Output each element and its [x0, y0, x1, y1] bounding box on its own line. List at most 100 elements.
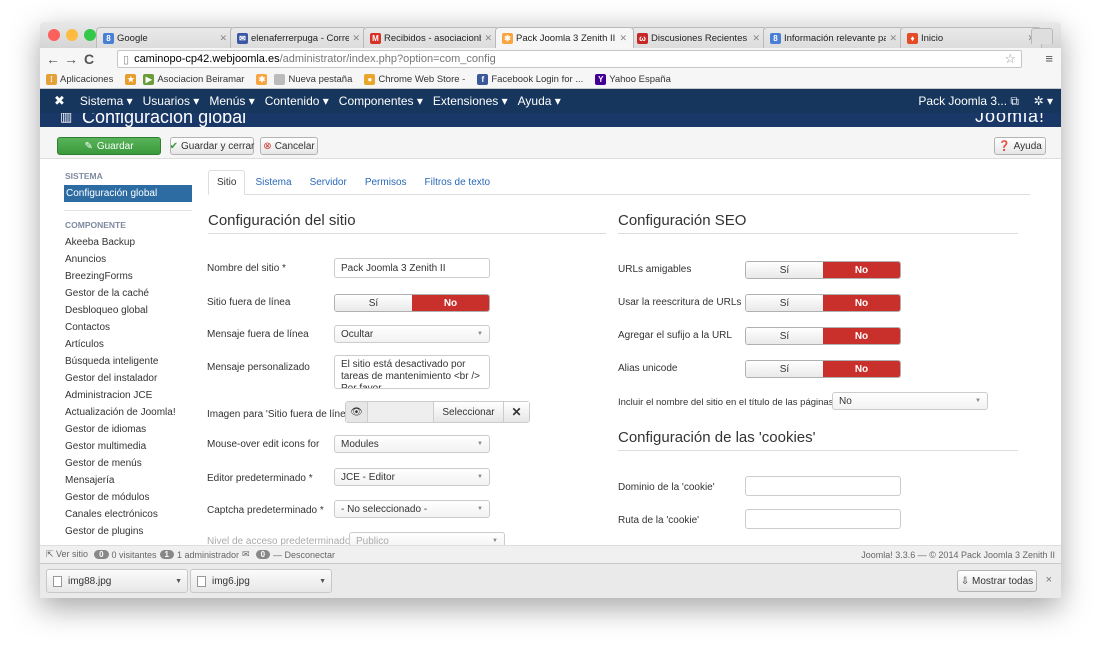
sidebar-item[interactable]: Canales electrónicos: [64, 506, 192, 523]
reload-icon[interactable]: C: [80, 51, 98, 67]
offline-toggle[interactable]: Sí No: [334, 294, 490, 312]
menu-icon[interactable]: ≡: [1045, 51, 1053, 66]
sidebar-item[interactable]: Gestor de menús: [64, 455, 192, 472]
sidebar-item[interactable]: Gestor de idiomas: [64, 421, 192, 438]
mouseover-select[interactable]: Modules ▼: [334, 435, 490, 453]
toggle-yes-option[interactable]: Sí: [746, 361, 823, 377]
star-bookmark-icon[interactable]: ☆: [1004, 51, 1016, 67]
menu-contenido[interactable]: Contenido ▾: [265, 94, 329, 108]
toggle-no-option[interactable]: No: [823, 295, 900, 311]
sidebar-item[interactable]: BreezingForms: [64, 268, 192, 285]
logout-link[interactable]: — Desconectar: [273, 550, 335, 560]
sidebar-item[interactable]: Actualización de Joomla!: [64, 404, 192, 421]
menu-extensiones[interactable]: Extensiones ▾: [433, 94, 508, 108]
maximize-window-icon[interactable]: [84, 29, 96, 41]
close-tab-icon[interactable]: ✕: [352, 33, 360, 44]
bookmark-item[interactable]: ✱: [256, 73, 270, 85]
download-item[interactable]: img6.jpg ▼: [190, 569, 332, 593]
sidebar-item[interactable]: Anuncios: [64, 251, 192, 268]
toggle-no-option[interactable]: No: [823, 262, 900, 278]
close-tab-icon[interactable]: ✕: [484, 33, 492, 44]
cookie-domain-input[interactable]: [745, 476, 901, 496]
unicode-alias-toggle[interactable]: Sí No: [745, 360, 901, 378]
show-all-downloads-button[interactable]: ⇩ Mostrar todas: [957, 570, 1037, 592]
help-button[interactable]: ❓ Ayuda: [994, 137, 1046, 155]
sidebar-item[interactable]: Gestor del instalador: [64, 370, 192, 387]
save-close-button[interactable]: ✔ Guardar y cerrar: [170, 137, 254, 155]
bookmark-item[interactable]: ⁞ Aplicaciones: [46, 73, 113, 85]
sidebar-item[interactable]: Desbloqueo global: [64, 302, 192, 319]
sidebar-item[interactable]: Contactos: [64, 319, 192, 336]
sidebar-item[interactable]: Gestor de plugins: [64, 523, 192, 540]
tab-permisos[interactable]: Permisos: [357, 171, 415, 194]
sidebar-item[interactable]: Akeeba Backup: [64, 234, 192, 251]
close-tab-icon[interactable]: ✕: [619, 33, 627, 44]
new-tab-button[interactable]: [1031, 28, 1053, 44]
clear-image-icon[interactable]: ✕: [503, 402, 529, 422]
close-tab-icon[interactable]: ✕: [752, 33, 760, 44]
close-tab-icon[interactable]: ✕: [889, 33, 897, 44]
sidebar-item[interactable]: Administracion JCE: [64, 387, 192, 404]
address-bar[interactable]: ▯ caminopo-cp42.webjoomla.es/administrat…: [117, 50, 1022, 68]
menu-sistema[interactable]: Sistema ▾: [80, 94, 133, 108]
close-downloads-icon[interactable]: ×: [1046, 574, 1052, 586]
tab-servidor[interactable]: Servidor: [302, 171, 355, 194]
site-name-input[interactable]: Pack Joomla 3 Zenith II: [334, 258, 490, 278]
chevron-down-icon[interactable]: ▼: [175, 578, 182, 585]
custom-message-textarea[interactable]: El sitio está desactivado por tareas de …: [334, 355, 490, 389]
site-link[interactable]: Pack Joomla 3... ⧉: [918, 94, 1019, 109]
bookmark-item[interactable]: Nueva pestaña: [274, 73, 352, 85]
bookmark-item[interactable]: Y Yahoo España: [595, 73, 671, 85]
offline-message-select[interactable]: Ocultar ▼: [334, 325, 490, 343]
offline-image-input[interactable]: [368, 402, 433, 422]
cookie-path-input[interactable]: [745, 509, 901, 529]
toggle-yes-option[interactable]: Sí: [746, 295, 823, 311]
bookmark-item[interactable]: ▶ Asociacion Beiramar: [143, 73, 244, 85]
toggle-yes-option[interactable]: Sí: [746, 328, 823, 344]
offline-no-option[interactable]: No: [412, 295, 489, 311]
tab-sistema[interactable]: Sistema: [247, 171, 299, 194]
download-item[interactable]: img88.jpg ▼: [46, 569, 188, 593]
tab-filtros-texto[interactable]: Filtros de texto: [417, 171, 499, 194]
settings-gear-icon[interactable]: ✲ ▾: [1034, 94, 1053, 108]
menu-usuarios[interactable]: Usuarios ▾: [143, 94, 200, 108]
bookmark-item[interactable]: ★: [125, 73, 139, 85]
save-button[interactable]: ✎ Guardar: [57, 137, 161, 155]
browser-tab[interactable]: ✉ elenaferrerpuga - Correo ✕: [230, 27, 367, 48]
joomla-logo-icon[interactable]: ✖: [54, 93, 65, 109]
friendly-urls-toggle[interactable]: Sí No: [745, 261, 901, 279]
browser-tab[interactable]: 8 Información relevante par ✕: [763, 27, 904, 48]
minimize-window-icon[interactable]: [66, 29, 78, 41]
chevron-down-icon[interactable]: ▼: [319, 578, 326, 585]
sidebar-item[interactable]: Mensajería: [64, 472, 192, 489]
menu-menus[interactable]: Menús ▾: [209, 94, 254, 108]
url-suffix-toggle[interactable]: Sí No: [745, 327, 901, 345]
toggle-yes-option[interactable]: Sí: [746, 262, 823, 278]
browser-tab[interactable]: M Recibidos - asociacionbe ✕: [363, 27, 499, 48]
bookmark-item[interactable]: ● Chrome Web Store -: [364, 73, 465, 85]
sidebar-item[interactable]: Gestor de módulos: [64, 489, 192, 506]
back-arrow-icon[interactable]: ←: [44, 51, 62, 67]
sidebar-item[interactable]: Gestor multimedia: [64, 438, 192, 455]
offline-yes-option[interactable]: Sí: [335, 295, 412, 311]
sidebar-item[interactable]: Gestor de la caché: [64, 285, 192, 302]
toggle-no-option[interactable]: No: [823, 361, 900, 377]
browser-tab[interactable]: ωDiscusiones Recientes (1:✕: [630, 27, 767, 48]
view-site-link[interactable]: ⇱ Ver sitio: [46, 549, 88, 560]
select-image-button[interactable]: Seleccionar: [433, 402, 503, 422]
forward-arrow-icon[interactable]: →: [62, 51, 80, 67]
toggle-no-option[interactable]: No: [823, 328, 900, 344]
captcha-select[interactable]: - No seleccionado - ▼: [334, 500, 490, 518]
close-window-icon[interactable]: [48, 29, 60, 41]
bookmark-item[interactable]: f Facebook Login for ...: [477, 73, 583, 85]
cancel-button[interactable]: ⊗ Cancelar: [260, 137, 318, 155]
sidebar-item[interactable]: Artículos: [64, 336, 192, 353]
sitename-in-title-select[interactable]: No ▼: [832, 392, 988, 410]
url-rewrite-toggle[interactable]: Sí No: [745, 294, 901, 312]
tab-sitio[interactable]: Sitio: [208, 170, 246, 195]
menu-ayuda[interactable]: Ayuda ▾: [518, 94, 561, 108]
sidebar-item-global-config[interactable]: Configuración global: [64, 185, 192, 202]
sidebar-item[interactable]: Búsqueda inteligente: [64, 353, 192, 370]
eye-preview-icon[interactable]: 👁: [346, 402, 368, 422]
browser-tab[interactable]: ✱ Pack Joomla 3 Zenith II - ✕: [495, 27, 634, 48]
